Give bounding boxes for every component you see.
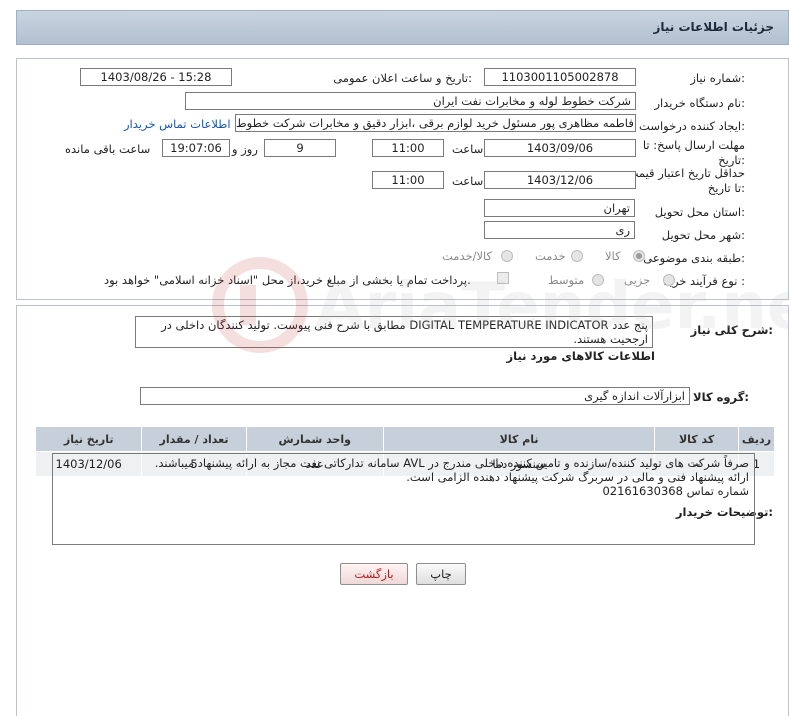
deadline-date-field: 1403/09/06 (484, 139, 636, 157)
col-date: تاریخ نیاز (34, 426, 143, 452)
category-option-service: خدمت (535, 249, 566, 263)
province-field: تهران (484, 199, 635, 217)
print-button[interactable]: چاپ (416, 563, 466, 585)
city-field: ری (484, 221, 635, 239)
category-option-goods: کالا (605, 249, 621, 263)
goods-group-field: ابزارآلات اندازه گیری (140, 387, 690, 405)
deadline-time-label: ساعت (452, 142, 484, 156)
validity-time-field: 11:00 (372, 171, 444, 189)
category-radio-service[interactable] (571, 250, 583, 262)
need-number-field: 1103001105002878 (484, 68, 636, 86)
validity-date-field: 1403/12/06 (484, 171, 636, 189)
category-label: طبقه بندی موضوعی: (643, 251, 745, 265)
description-textarea[interactable]: پنج عدد DIGITAL TEMPERATURE INDICATOR مط… (135, 316, 653, 348)
process-option-medium: متوسط (548, 273, 585, 287)
process-label: نوع فرآیند خرید : (663, 274, 745, 288)
buyer-notes-line-2: ارائه پیشنهاد فنی و مالی در سربرگ شرکت پ… (406, 470, 749, 484)
validity-time-label: ساعت (452, 174, 484, 188)
payment-note: پرداخت تمام یا بخشی از مبلغ خرید،از محل … (104, 273, 471, 287)
process-radio-medium[interactable] (592, 274, 604, 286)
payment-checkbox[interactable] (497, 272, 509, 284)
buyer-org-label: نام دستگاه خریدار: (654, 96, 745, 110)
deadline-time-field: 11:00 (372, 139, 444, 157)
days-label: روز و (232, 142, 258, 156)
goods-group-label: گروه کالا: (693, 390, 749, 404)
col-unit: واحد شمارش (245, 426, 384, 452)
col-code: کد کالا (654, 426, 739, 452)
category-radio-goods[interactable] (633, 250, 645, 262)
need-number-label: شماره نیاز: (690, 71, 745, 85)
announce-label: تاریخ و ساعت اعلان عمومی: (333, 71, 472, 85)
buyer-contact-link[interactable]: اطلاعات تماس خریدار (124, 117, 231, 131)
deadline-label: مهلت ارسال پاسخ: تا تاریخ: (642, 138, 745, 167)
city-label: شهر محل تحویل: (661, 228, 745, 242)
buyer-org-field: شرکت خطوط لوله و مخابرات نفت ایران (185, 92, 636, 110)
goods-table-header: ردیف کد کالا نام کالا واحد شمارش تعداد /… (34, 426, 776, 452)
description-label: شرح کلی نیاز: (690, 323, 773, 337)
process-radio-minor[interactable] (663, 274, 675, 286)
requester-label: ایجاد کننده درخواست: (639, 119, 745, 133)
col-name: نام کالا (382, 426, 656, 452)
page-title: جزئیات اطلاعات نیاز (653, 20, 774, 34)
buyer-notes-line-1: صرفاً شرکت های تولید کننده/سازنده و تامی… (154, 456, 749, 470)
requester-field: فاطمه مظاهری پور مسئول خرید لوازم برقی ،… (235, 114, 636, 132)
buyer-notes-textarea[interactable]: صرفاً شرکت های تولید کننده/سازنده و تامی… (52, 453, 755, 545)
category-option-goods-service: کالا/خدمت (442, 249, 493, 263)
goods-section-title: اطلاعات کالاهای مورد نیاز (506, 349, 655, 363)
col-qty: تعداد / مقدار (141, 426, 247, 452)
page-header: جزئیات اطلاعات نیاز (16, 10, 789, 45)
category-radio-goods-service[interactable] (501, 250, 513, 262)
province-label: استان محل تحویل: (654, 205, 745, 219)
remaining-time-field: 19:07:06 (162, 139, 230, 157)
col-row: ردیف (737, 426, 776, 452)
process-option-minor: جزیی (624, 273, 651, 287)
days-field: 9 (264, 139, 336, 157)
back-button[interactable]: بازگشت (340, 563, 408, 585)
remaining-label: ساعت باقی مانده (65, 142, 151, 156)
buyer-notes-line-3: شماره تماس 02161630368 (602, 484, 749, 498)
announce-field: 1403/08/26 - 15:28 (80, 68, 232, 86)
